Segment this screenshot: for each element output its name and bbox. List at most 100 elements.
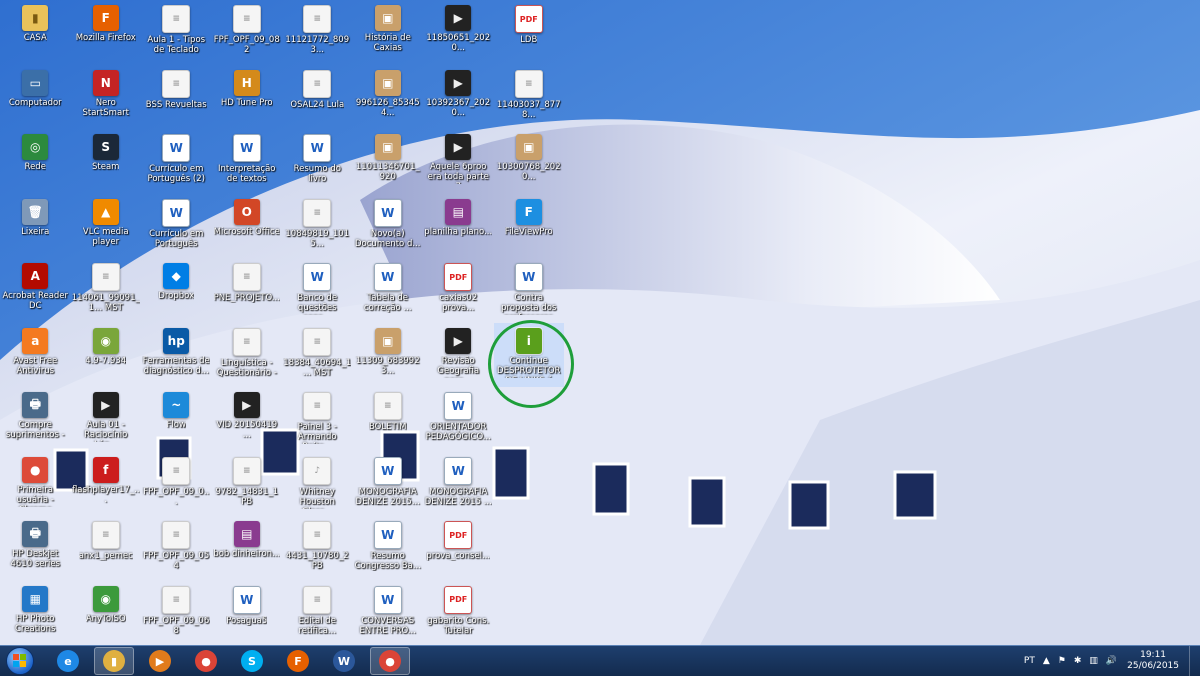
desktop-icon[interactable]: F Mozilla Firefox <box>71 0 142 65</box>
desktop-icon[interactable]: W Currículo em Português <box>141 194 212 259</box>
network-status-icon[interactable]: ▥ <box>1089 656 1098 666</box>
desktop-icon[interactable]: ◆ Dropbox <box>141 258 212 323</box>
show-hidden-icons-icon[interactable]: ▲ <box>1043 656 1050 666</box>
taskbar-button[interactable]: ▮ <box>94 647 134 675</box>
desktop-icon[interactable]: ▭ Computador <box>0 65 71 130</box>
desktop-icon[interactable]: ≡ 114061_99091_1... MST <box>71 258 142 323</box>
desktop-icon[interactable]: WBanco de questões cons... <box>282 258 353 323</box>
desktop-icon[interactable]: ◎ Rede <box>0 129 71 194</box>
desktop-icon[interactable]: ≡ FPF_OPF_09_054 <box>141 516 212 581</box>
desktop-icon[interactable]: ▶Aula 01 - Raciocínio Lóg... <box>71 387 142 452</box>
desktop-icon[interactable]: ≡ FPF_OPF_09_082 <box>212 0 283 65</box>
desktop-icon[interactable]: PDF caxias02 prova... <box>423 258 494 323</box>
taskbar-button[interactable]: F <box>278 647 318 675</box>
desktop-icon[interactable]: PDF prova_consel... <box>423 516 494 581</box>
desktop-icon[interactable]: W Posagua5 <box>212 581 283 646</box>
desktop-icon[interactable]: ▣ 10300768_2020... <box>494 129 565 194</box>
desktop-icon[interactable]: ≡ 9782_14831_1 PB <box>212 452 283 517</box>
desktop-icon[interactable]: ~ Flow <box>141 387 212 452</box>
taskbar-button[interactable]: S <box>232 647 272 675</box>
desktop-icon[interactable]: W Resumo do livro <box>282 129 353 194</box>
desktop-icon[interactable]: ≡Painel 3 - Armando Boito... <box>282 387 353 452</box>
desktop-icon[interactable]: ▤ bob dinheiron... <box>212 516 283 581</box>
document-icon: ≡ <box>303 327 332 356</box>
desktop-icon[interactable]: ≡ Edital de retifica... <box>282 581 353 646</box>
desktop-icon[interactable]: ▣ 996126_853454... <box>353 65 424 130</box>
audio-icon: ♪ <box>303 456 332 485</box>
desktop-icon[interactable]: ▣ 11309_6839923... <box>353 323 424 388</box>
video-icon: ▶ <box>233 392 260 418</box>
start-button[interactable] <box>0 646 40 676</box>
desktop-icon[interactable]: ≡ 10849819_1015... <box>282 194 353 259</box>
desktop-icon[interactable]: ≡Linguística - Questionário - ... <box>212 323 283 388</box>
desktop-icon[interactable]: 🖶 HP Deskjet 4610 series <box>0 516 71 581</box>
desktop-icon[interactable]: ◉ AnyToISO <box>71 581 142 646</box>
clock[interactable]: 19:11 25/06/2015 <box>1127 650 1179 672</box>
desktop-icon[interactable]: PDF LDB <box>494 0 565 65</box>
action-center-flag-icon[interactable]: ⚑ <box>1058 656 1066 666</box>
desktop-icon[interactable]: ≡ BOLETIM <box>353 387 424 452</box>
desktop-icon[interactable]: W Novo(a) Documento d... <box>353 194 424 259</box>
desktop-icon[interactable]: f flashplayer17_... <box>71 452 142 517</box>
taskbar-button[interactable]: ● <box>370 647 410 675</box>
desktop-icon[interactable]: ≡ FPF_OPF_09_0... <box>141 452 212 517</box>
desktop-icon[interactable]: ▶Revisão Geografia para... <box>423 323 494 388</box>
taskbar-button[interactable]: e <box>48 647 88 675</box>
desktop-icon[interactable]: ▶ VID 20150419 ... <box>212 387 283 452</box>
taskbar-button[interactable]: ● <box>186 647 226 675</box>
desktop-icon[interactable]: ▶Aquele 6proo era toda parte 7 <box>423 129 494 194</box>
desktop-icon[interactable]: ≡ PNE_PROJETO... <box>212 258 283 323</box>
desktop-icon[interactable]: W Resumo Congresso Ba... <box>353 516 424 581</box>
desktop-icon-label: 10300768_2020... <box>496 162 561 182</box>
desktop-icon[interactable]: ≡ 18384_40694_1... MST <box>282 323 353 388</box>
desktop-icon-label: Currículo em Português (2) <box>147 164 205 184</box>
desktop-icon[interactable]: ▦ HP Photo Creations <box>0 581 71 646</box>
desktop-icon[interactable]: N Nero StartSmart <box>71 65 142 130</box>
desktop-icon[interactable]: 🗑 Lixeira <box>0 194 71 259</box>
desktop-icon[interactable]: ≡ 11121772_8093... <box>282 0 353 65</box>
desktop-icon[interactable]: ▮ CASA <box>0 0 71 65</box>
desktop-icon[interactable]: ≡ 4431_10780_2 PB <box>282 516 353 581</box>
desktop-icon[interactable]: W MONOGRAFIA DENIZE 2015 ... <box>423 452 494 517</box>
desktop-icon[interactable]: ▣ História de Caxias <box>353 0 424 65</box>
desktop-icon[interactable]: PDF gabarito Cons. Tutelar <box>423 581 494 646</box>
taskbar-button[interactable]: ▶ <box>140 647 180 675</box>
desktop-icon[interactable]: F FileViewPro <box>494 194 565 259</box>
desktop-icon[interactable]: ≡ OSAL24 Lula <box>282 65 353 130</box>
desktop-icon[interactable]: WContra proposta dos professores <box>494 258 565 323</box>
desktop-icon[interactable]: ♪Whitney Houston Glass... <box>282 452 353 517</box>
language-indicator[interactable]: PT <box>1024 656 1035 666</box>
desktop-icon[interactable]: W ORIENTADOR PEDAGÓGICO... <box>423 387 494 452</box>
desktop-icon[interactable]: W MONOGRAFIA DENIZE 2015... <box>353 452 424 517</box>
desktop-icon-label: Nero StartSmart <box>82 97 129 118</box>
taskbar-button[interactable]: W <box>324 647 364 675</box>
desktop-icon[interactable]: ≡ Aula 1 - Tipos de Teclado <box>141 0 212 65</box>
word-document-icon: W <box>232 585 261 614</box>
desktop-icon[interactable]: ▲ VLC media player <box>71 194 142 259</box>
desktop-icon[interactable]: ▶ 11850651_2020... <box>423 0 494 65</box>
desktop-icon[interactable]: ●Primeira usuária - Chrome <box>0 452 71 517</box>
desktop-icon[interactable]: O Microsoft Office <box>212 194 283 259</box>
show-desktop-button[interactable] <box>1189 646 1200 676</box>
desktop-icon[interactable]: ≡ 11403037_8778... <box>494 65 565 130</box>
tray-app-icon[interactable]: ✱ <box>1074 656 1082 666</box>
desktop-icon[interactable]: W Interpretação de textos <box>212 129 283 194</box>
desktop-icon[interactable]: ▶ 10392367_2020... <box>423 65 494 130</box>
desktop-icon[interactable]: W Tabela de correção ... <box>353 258 424 323</box>
desktop-icon[interactable]: hp Ferramentas de diagnóstico d... <box>141 323 212 388</box>
desktop-icon[interactable]: ≡ anx1_pemec <box>71 516 142 581</box>
desktop-icon[interactable]: W Currículo em Português (2) <box>141 129 212 194</box>
desktop-icon[interactable]: ≡ FPF_OPF_09_068 <box>141 581 212 646</box>
desktop-icon[interactable]: ▤ planilha plano... <box>423 194 494 259</box>
desktop-icon[interactable]: W CONVERSAS ENTRE PRO... <box>353 581 424 646</box>
volume-icon[interactable]: 🔊 <box>1106 656 1117 666</box>
desktop-icon[interactable]: ≡ BSS Revueltas <box>141 65 212 130</box>
desktop-icon[interactable]: ▣ 11011346701_920 <box>353 129 424 194</box>
desktop-icon[interactable]: ◉ 4.9-7.934 <box>71 323 142 388</box>
desktop-icon[interactable]: A Acrobat Reader DC <box>0 258 71 323</box>
desktop-icon[interactable]: a Avast Free Antivirus <box>0 323 71 388</box>
desktop-icon[interactable]: H HD Tune Pro <box>212 65 283 130</box>
desktop-icon[interactable]: S Steam <box>71 129 142 194</box>
document-icon: ≡ <box>91 263 120 291</box>
desktop-icon[interactable]: 🖶Compre suprimentos - ... <box>0 387 71 452</box>
